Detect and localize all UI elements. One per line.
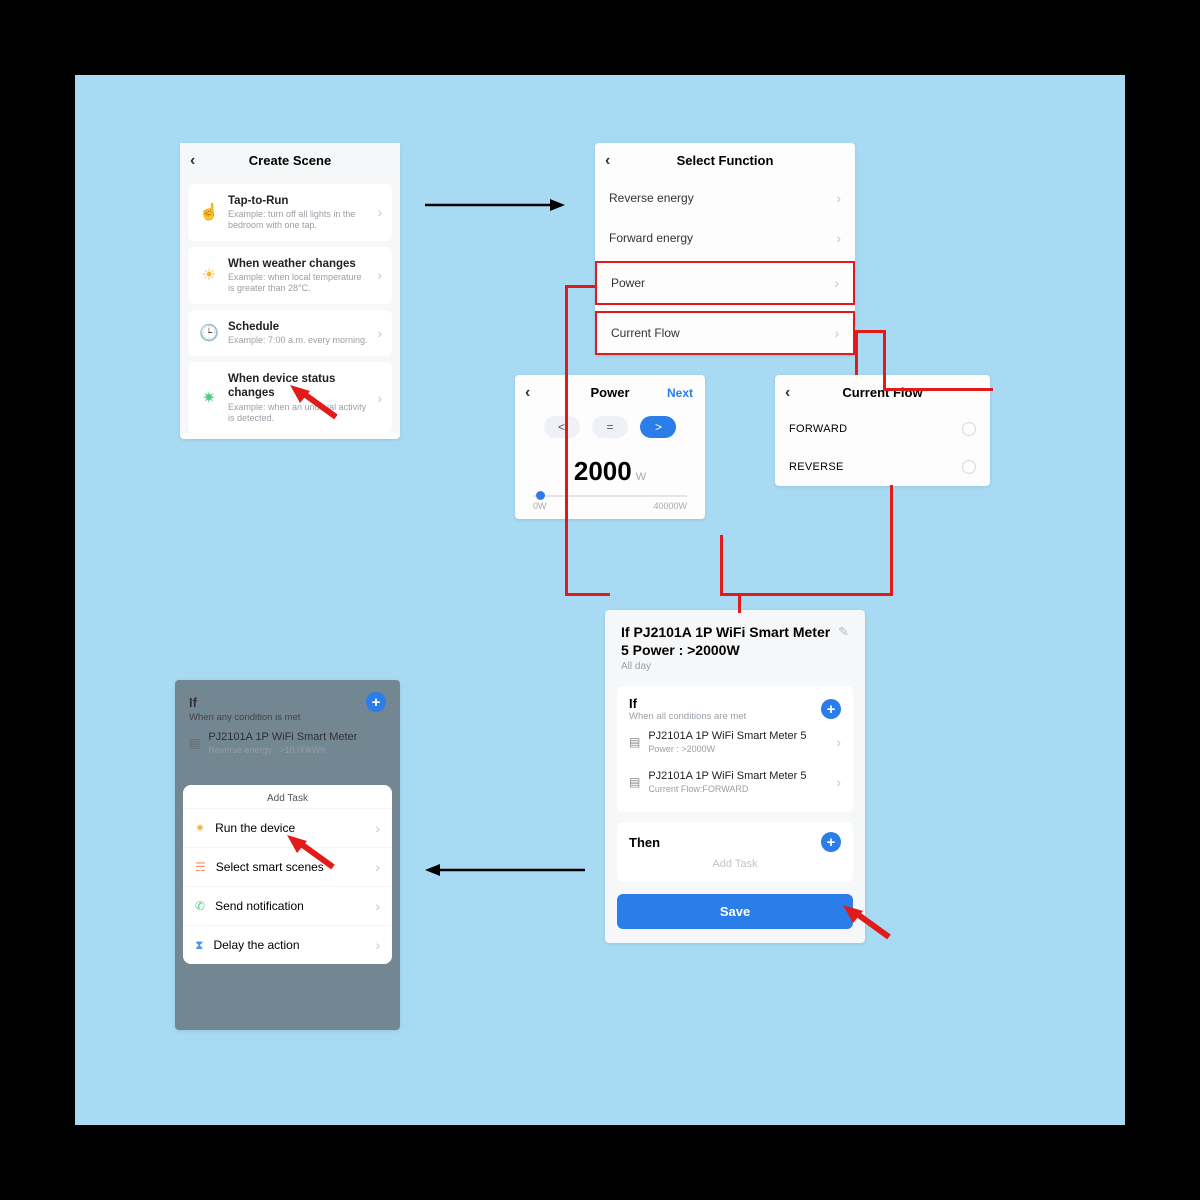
pointer-arrow: [287, 835, 337, 871]
save-button[interactable]: Save: [617, 894, 853, 929]
if-label: If: [189, 695, 197, 710]
chevron-right-icon: ›: [836, 734, 841, 750]
chevron-right-icon: ›: [375, 859, 380, 875]
annotation-line: [738, 593, 893, 596]
scene-option-label: Tap-to-Run: [228, 194, 369, 208]
summary-panel: If PJ2101A 1P WiFi Smart Meter 5 Power :…: [605, 610, 865, 943]
scene-option-tap-to-run[interactable]: ☝ Tap-to-RunExample: turn off all lights…: [188, 184, 392, 241]
current-flow-reverse[interactable]: REVERSE: [775, 448, 990, 486]
next-button[interactable]: Next: [667, 386, 693, 400]
select-function-title: Select Function: [677, 153, 774, 168]
flow-arrow: [425, 860, 585, 880]
create-scene-title: Create Scene: [249, 153, 331, 168]
add-task-placeholder: Add Task: [629, 852, 841, 872]
annotation-line: [738, 593, 741, 613]
scene-option-weather[interactable]: ☀ When weather changesExample: when loca…: [188, 247, 392, 304]
tap-icon: ☝: [198, 201, 220, 223]
annotation-line: [565, 285, 596, 288]
chevron-right-icon: ›: [834, 275, 839, 291]
annotation-line: [890, 485, 893, 595]
hourglass-icon: ⧗: [195, 938, 203, 953]
op-equals[interactable]: =: [592, 416, 628, 438]
then-label: Then: [629, 835, 660, 850]
pointer-arrow: [843, 905, 893, 941]
annotation-line: [720, 593, 740, 596]
pointer-arrow: [290, 385, 340, 421]
condition-row[interactable]: ▤ PJ2101A 1P WiFi Smart Meter 5Current F…: [629, 762, 841, 802]
annotation-line: [720, 535, 723, 593]
summary-subtitle: All day: [621, 661, 832, 672]
function-row-forward-energy[interactable]: Forward energy›: [595, 218, 855, 258]
slider-min: 0W: [533, 501, 547, 511]
op-greater-than[interactable]: >: [640, 416, 676, 438]
flow-arrow: [425, 195, 565, 215]
annotation-line: [565, 593, 610, 596]
chevron-right-icon: ›: [377, 390, 382, 406]
add-task-button[interactable]: +: [821, 832, 841, 852]
annotation-line: [855, 330, 885, 333]
device-icon: ▤: [629, 735, 640, 749]
power-title: Power: [590, 385, 629, 400]
add-task-sheet: Add Task ✷Run the device› ☴Select smart …: [183, 785, 392, 964]
if-subtitle: When all conditions are met: [629, 711, 746, 722]
back-icon[interactable]: ‹: [190, 152, 195, 170]
edit-icon[interactable]: ✎: [838, 624, 849, 640]
select-function-panel: ‹ Select Function Reverse energy› Forwar…: [595, 143, 855, 355]
sheet-title: Add Task: [183, 785, 392, 808]
radio-icon[interactable]: [962, 422, 976, 436]
canvas: ‹ Create Scene ☝ Tap-to-RunExample: turn…: [75, 75, 1125, 1125]
task-row-delay[interactable]: ⧗Delay the action›: [183, 925, 392, 964]
chevron-right-icon: ›: [836, 190, 841, 206]
annotation-line: [883, 330, 886, 388]
task-row-send-notification[interactable]: ✆Send notification›: [183, 886, 392, 925]
power-panel: ‹ Power Next < = > 2000W 0W 40000W: [515, 375, 705, 519]
scene-option-label: When weather changes: [228, 257, 369, 271]
chevron-right-icon: ›: [377, 325, 382, 341]
op-less-than[interactable]: <: [544, 416, 580, 438]
function-row-reverse-energy[interactable]: Reverse energy›: [595, 178, 855, 218]
chevron-right-icon: ›: [377, 204, 382, 220]
device-icon: ▤: [629, 775, 640, 789]
annotation-line: [883, 388, 993, 391]
function-row-current-flow[interactable]: Current Flow›: [595, 311, 855, 355]
slider-handle[interactable]: [536, 491, 545, 500]
chevron-right-icon: ›: [375, 937, 380, 953]
current-flow-forward[interactable]: FORWARD: [775, 410, 990, 448]
sun-icon: ☀: [198, 264, 220, 286]
chevron-right-icon: ›: [836, 230, 841, 246]
power-value: 2000W: [515, 456, 705, 487]
phone-icon: ✆: [195, 899, 205, 913]
radio-icon[interactable]: [962, 460, 976, 474]
function-row-power[interactable]: Power›: [595, 261, 855, 305]
chevron-right-icon: ›: [377, 267, 382, 283]
condition-row[interactable]: ▤ PJ2101A 1P WiFi Smart Meter 5Power : >…: [629, 722, 841, 762]
back-icon[interactable]: ‹: [605, 152, 610, 170]
power-slider[interactable]: [533, 495, 687, 497]
device-icon: ▤: [189, 736, 200, 750]
clock-icon: 🕒: [198, 322, 220, 344]
if-subtitle: When any condition is met: [189, 712, 386, 723]
chevron-right-icon: ›: [375, 820, 380, 836]
chevron-right-icon: ›: [375, 898, 380, 914]
chevron-right-icon: ›: [836, 774, 841, 790]
bulb-icon: ✷: [198, 387, 220, 409]
bulb-icon: ✷: [195, 821, 205, 835]
current-flow-panel: ‹ Current Flow FORWARD REVERSE: [775, 375, 990, 486]
annotation-line: [855, 330, 858, 375]
scene-option-schedule[interactable]: 🕒 ScheduleExample: 7:00 a.m. every morni…: [188, 310, 392, 356]
add-condition-button[interactable]: +: [821, 699, 841, 719]
if-label: If: [629, 696, 746, 711]
back-icon[interactable]: ‹: [525, 384, 530, 402]
annotation-line: [565, 285, 568, 595]
summary-title: If PJ2101A 1P WiFi Smart Meter 5 Power :…: [621, 624, 832, 659]
slider-max: 40000W: [653, 501, 687, 511]
back-icon[interactable]: ‹: [785, 384, 790, 402]
chevron-right-icon: ›: [834, 325, 839, 341]
scene-icon: ☴: [195, 860, 206, 874]
add-condition-button[interactable]: +: [366, 692, 386, 712]
scene-option-label: Schedule: [228, 320, 369, 334]
